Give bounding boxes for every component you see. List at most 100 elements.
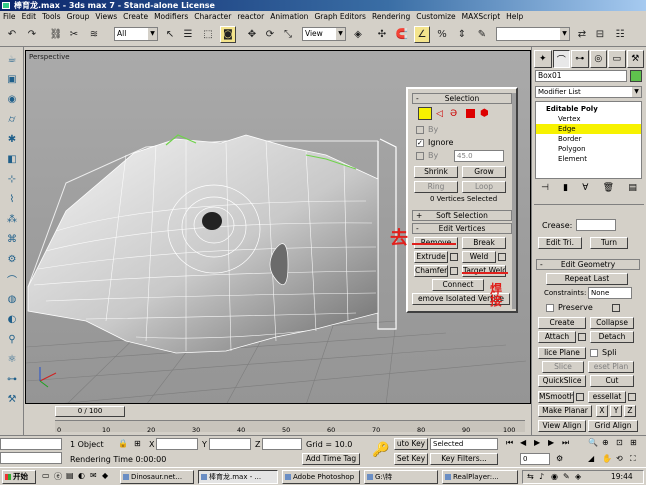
reset-plane-button[interactable]: eset Plan (588, 361, 634, 373)
selection-filter-dropdown[interactable]: All (114, 27, 158, 41)
utilities-tab-icon[interactable]: ⚒ (626, 50, 644, 68)
select-link-icon[interactable]: ⛓ (48, 26, 64, 43)
msmooth-settings-icon[interactable] (576, 393, 584, 401)
weld-button[interactable]: Weld (462, 251, 496, 263)
menu-group[interactable]: Group (64, 11, 93, 23)
field-of-view-icon[interactable]: ◢ (588, 454, 594, 463)
spinner-snap-icon[interactable]: ⇕ (454, 26, 470, 43)
loop-button[interactable]: Loop (462, 181, 506, 193)
percent-snap-icon[interactable]: % (434, 26, 450, 43)
extrude-settings-icon[interactable] (450, 253, 458, 261)
tessellate-settings-icon[interactable] (628, 393, 636, 401)
auto-key-button[interactable]: uto Key (394, 438, 428, 450)
x-coordinate-input[interactable] (156, 438, 198, 450)
lock-selection-icon[interactable]: 🔒 (118, 439, 128, 448)
preserve-uvs-settings-icon[interactable] (612, 304, 620, 312)
key-mode-dropdown[interactable]: Selected (430, 438, 498, 450)
clock[interactable]: 19:44 (611, 472, 633, 482)
select-object-icon[interactable]: ↖ (162, 26, 178, 43)
edit-vertices-rollout-header[interactable]: - Edit Vertices (412, 223, 512, 234)
menu-animation[interactable]: Animation (267, 11, 311, 23)
box-icon[interactable]: ▣ (4, 71, 20, 87)
quicklaunch-folder-icon[interactable]: ▤ (66, 471, 74, 480)
panel-scrollbar[interactable] (512, 93, 516, 309)
shapes-icon[interactable]: ⌇ (4, 191, 20, 207)
cut-button[interactable]: Cut (590, 375, 634, 387)
select-and-manipulate-icon[interactable]: ✣ (374, 26, 390, 43)
modify-tab-icon[interactable]: ⌒ (552, 50, 570, 68)
pin-stack-icon[interactable]: ⊣ (541, 183, 549, 199)
target-weld-button[interactable]: Target Weld (462, 265, 506, 277)
bend-icon[interactable]: ⌒ (4, 271, 20, 287)
arc-rotate-icon[interactable]: ⟲ (616, 454, 623, 463)
redo-icon[interactable]: ↷ (24, 26, 40, 43)
tray-app-icon[interactable]: ◉ (551, 472, 558, 481)
chamfer-button[interactable]: Chamfer (414, 265, 448, 277)
task-dinosaur[interactable]: Dinosaur.net... (120, 470, 194, 484)
grow-button[interactable]: Grow (462, 166, 506, 178)
collapse-button[interactable]: Collapse (590, 317, 634, 329)
task-explorer[interactable]: G:\特 (364, 470, 438, 484)
task-3dsmax[interactable]: 棒育龙.max - ... (198, 470, 278, 484)
menu-customize[interactable]: Customize (413, 11, 458, 23)
quicklaunch-media-icon[interactable]: ◐ (78, 471, 85, 480)
stack-item-polygon[interactable]: Polygon (536, 144, 641, 154)
bind-space-warp-icon[interactable]: ≋ (86, 26, 102, 43)
angle-snap-icon[interactable]: ∠ (414, 26, 430, 43)
tessellate-button[interactable]: essellat (588, 391, 626, 403)
scale-icon[interactable]: ⤡ (280, 26, 296, 43)
soft-selection-rollout-header[interactable]: + Soft Selection (412, 210, 512, 221)
modifier-icon[interactable]: ⚙ (4, 251, 20, 267)
previous-frame-icon[interactable]: ◀ (520, 438, 526, 447)
menu-edit[interactable]: Edit (19, 11, 40, 23)
motion-tab-icon[interactable]: ◎ (589, 50, 607, 68)
start-button[interactable]: 开始 (2, 470, 36, 484)
utilities-icon[interactable]: ⚒ (4, 391, 20, 407)
quicklaunch-mail-icon[interactable]: ✉ (90, 471, 97, 480)
zoom-extents-icon[interactable]: ⊡ (616, 438, 623, 447)
mirror-icon[interactable]: ⇄ (574, 26, 590, 43)
extrude-button[interactable]: Extrude (414, 251, 448, 263)
snap-toggle-icon[interactable]: 🧲 (394, 26, 410, 43)
view-align-button[interactable]: View Align (538, 420, 586, 432)
ignore-backfacing-checkbox[interactable]: ✓ (416, 139, 424, 147)
maximize-viewport-icon[interactable]: ⛶ (630, 454, 636, 464)
slice-button[interactable]: Slice (542, 361, 584, 373)
current-frame-input[interactable]: 0 (520, 453, 550, 465)
sphere-icon[interactable]: ◉ (4, 91, 20, 107)
shrink-button[interactable]: Shrink (414, 166, 458, 178)
key-filters-button[interactable]: Key Filters... (430, 453, 498, 465)
goto-start-icon[interactable]: ⏮ (506, 438, 513, 448)
material-icon[interactable]: ◍ (4, 291, 20, 307)
chamfer-settings-icon[interactable] (450, 267, 458, 275)
pivot-center-icon[interactable]: ◈ (350, 26, 366, 43)
space-warp-icon[interactable]: ⌘ (4, 231, 20, 247)
edit-geometry-rollout-header[interactable]: - Edit Geometry (536, 259, 640, 270)
move-icon[interactable]: ✥ (244, 26, 260, 43)
preserve-uvs-checkbox[interactable] (546, 304, 554, 312)
goto-end-icon[interactable]: ⏭ (562, 438, 569, 448)
polygon-mode-icon[interactable] (466, 109, 475, 118)
stack-item-vertex[interactable]: Vertex (536, 114, 641, 124)
create-tab-icon[interactable]: ✦ (534, 50, 552, 68)
quicklaunch-app-icon[interactable]: ◆ (102, 471, 108, 480)
attach-settings-icon[interactable] (578, 333, 586, 341)
window-crossing-icon[interactable]: ◙ (220, 26, 236, 43)
edit-tri-button[interactable]: Edit Tri. (538, 237, 582, 249)
menu-views[interactable]: Views (92, 11, 120, 23)
helper-icon[interactable]: ⊹ (4, 171, 20, 187)
edge-mode-icon[interactable]: ◁ (436, 109, 443, 119)
menu-modifiers[interactable]: Modifiers (151, 11, 191, 23)
menu-help[interactable]: Help (503, 11, 526, 23)
planar-y-button[interactable]: Y (610, 405, 622, 417)
set-key-button[interactable]: Set Key (394, 453, 428, 465)
crease-input[interactable] (576, 219, 616, 231)
border-mode-icon[interactable]: Ə (450, 109, 457, 119)
task-realplayer[interactable]: RealPlayer:... (442, 470, 518, 484)
modifier-list-dropdown[interactable]: Modifier List (535, 86, 642, 98)
split-checkbox[interactable] (590, 349, 598, 357)
configure-sets-icon[interactable]: ▤ (628, 183, 637, 199)
zoom-icon[interactable]: 🔍 (588, 438, 598, 447)
planar-x-button[interactable]: X (596, 405, 608, 417)
zoom-extents-all-icon[interactable]: ⊞ (630, 438, 637, 447)
